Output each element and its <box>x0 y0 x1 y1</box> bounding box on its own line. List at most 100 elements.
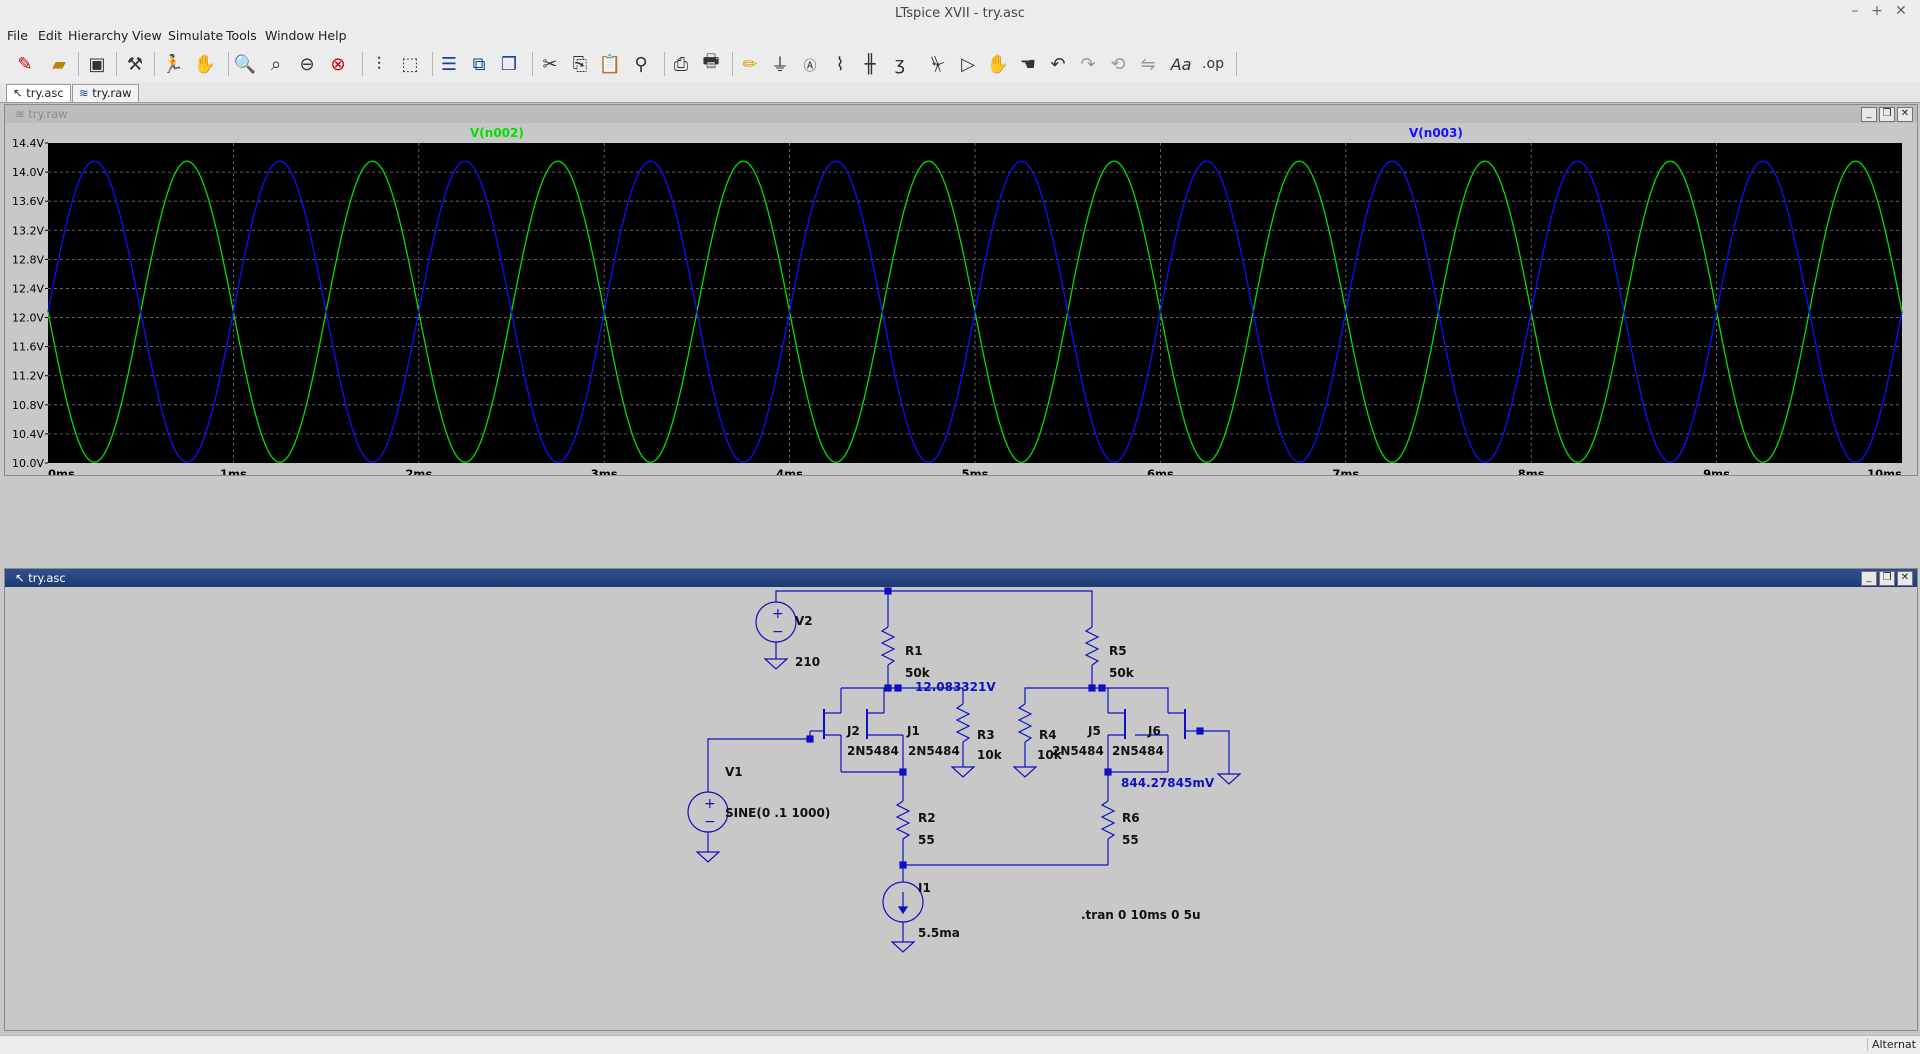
menu-file[interactable]: File <box>7 28 28 43</box>
spice-directive-icon[interactable]: .op <box>1200 51 1226 77</box>
close-icon[interactable]: ✕ <box>1892 3 1910 19</box>
autorange-icon[interactable]: ⫶ <box>366 51 392 77</box>
rotate-icon[interactable]: ⟲ <box>1105 51 1131 77</box>
copy-icon[interactable]: ⎘ <box>567 51 593 77</box>
inductor-icon[interactable]: ʒ <box>887 51 913 77</box>
tile-horizontal-icon[interactable]: ☰ <box>436 51 462 77</box>
label-r6-value[interactable]: 55 <box>1122 833 1139 847</box>
wire[interactable] <box>1200 730 1230 774</box>
wire[interactable] <box>775 590 1093 607</box>
label-r2-value[interactable]: 55 <box>918 833 935 847</box>
node-voltage-label-n002[interactable]: 12.083321V <box>915 680 996 694</box>
label-r6-name[interactable]: R6 <box>1122 811 1140 825</box>
label-i1-value[interactable]: 5.5ma <box>918 926 960 940</box>
wire[interactable] <box>707 731 811 792</box>
undo-icon[interactable]: ↶ <box>1045 51 1071 77</box>
drag-icon[interactable]: ☚ <box>1015 51 1041 77</box>
label-r5-value[interactable]: 50k <box>1109 666 1134 680</box>
label-j5-name[interactable]: J5 <box>1088 724 1101 738</box>
draw-wire-icon[interactable]: ✏ <box>737 51 763 77</box>
label-r5-name[interactable]: R5 <box>1109 644 1127 658</box>
capacitor-icon[interactable]: ╫ <box>857 51 883 77</box>
resistor-r5-symbol[interactable] <box>1084 626 1100 666</box>
label-v2-name[interactable]: V2 <box>795 614 813 628</box>
maximize-icon[interactable]: + <box>1868 3 1886 19</box>
label-j6-name[interactable]: J6 <box>1148 724 1161 738</box>
label-r3-value[interactable]: 10k <box>977 748 1002 762</box>
wire[interactable] <box>1024 687 1169 709</box>
minimize-icon[interactable]: – <box>1846 3 1864 19</box>
menu-view[interactable]: View <box>132 28 162 43</box>
schematic-drawing[interactable]: + − + − <box>5 587 1917 1030</box>
resistor-r6-symbol[interactable] <box>1100 800 1116 840</box>
redo-icon[interactable]: ↷ <box>1075 51 1101 77</box>
close-icon[interactable]: ✕ <box>1897 107 1913 122</box>
label-j1-name[interactable]: J1 <box>907 724 920 738</box>
component-icon[interactable]: ▷ <box>955 51 981 77</box>
label-j2-model[interactable]: 2N5484 <box>847 744 899 758</box>
menu-hierarchy[interactable]: Hierarchy <box>68 28 128 43</box>
print-icon[interactable]: 🖶 <box>698 51 724 77</box>
ground-icon[interactable]: ⏚ <box>767 51 793 77</box>
paste-icon[interactable]: 📋 <box>597 51 623 77</box>
spice-directive[interactable]: .tran 0 10ms 0 5u <box>1081 908 1201 922</box>
waveform-plot[interactable]: 10.0V 10.4V 10.8V 11.2V 11.6V 12.0V 12.4V 12.8V… <box>5 123 1917 481</box>
menu-edit[interactable]: Edit <box>38 28 62 43</box>
resistor-r1-symbol[interactable] <box>880 626 896 666</box>
resistor-icon[interactable]: ⌇ <box>827 51 853 77</box>
control-panel-icon[interactable]: ⚒ <box>122 51 148 77</box>
zoom-pan-icon[interactable]: ⌕ <box>263 51 289 77</box>
save-icon[interactable]: ▣ <box>84 51 110 77</box>
trace-visibility-icon[interactable]: ⬚ <box>397 51 423 77</box>
print-setup-icon[interactable]: ⎙ <box>668 51 694 77</box>
zoom-fit-icon[interactable]: ⊗ <box>325 51 351 77</box>
zoom-in-icon[interactable]: 🔍 <box>232 51 258 77</box>
resistor-r2-symbol[interactable] <box>895 800 911 840</box>
waveform-plot-area[interactable]: 10.0V 10.4V 10.8V 11.2V 11.6V 12.0V 12.4V 12.8V… <box>5 123 1917 481</box>
menu-tools[interactable]: Tools <box>226 28 257 43</box>
open-icon[interactable]: ▰ <box>46 51 72 77</box>
find-icon[interactable]: ⚲ <box>628 51 654 77</box>
label-net-icon[interactable]: Ⓐ <box>797 51 823 77</box>
label-j1-model[interactable]: 2N5484 <box>908 744 960 758</box>
halt-icon[interactable]: ✋ <box>192 51 218 77</box>
schematic-canvas[interactable]: + − + − V2 210 R1 50k R5 50k J2 2N5484 J… <box>5 587 1917 1030</box>
label-j6-model[interactable]: 2N5484 <box>1112 744 1164 758</box>
label-v2-value[interactable]: 210 <box>795 655 820 669</box>
minimize-icon[interactable]: _ <box>1861 571 1877 586</box>
minimize-icon[interactable]: _ <box>1861 107 1877 122</box>
text-icon[interactable]: Aa <box>1168 51 1194 77</box>
menu-window[interactable]: Window <box>265 28 314 43</box>
cascade-icon[interactable]: ❐ <box>496 51 522 77</box>
restore-icon[interactable]: ❐ <box>1879 571 1895 586</box>
menu-simulate[interactable]: Simulate <box>168 28 223 43</box>
tile-vertical-icon[interactable]: ⧉ <box>466 51 492 77</box>
label-r4-name[interactable]: R4 <box>1039 728 1057 742</box>
tab-try-asc[interactable]: ↖ try.asc <box>6 84 71 102</box>
trace-label-vn002[interactable]: V(n002) <box>470 126 524 140</box>
label-v1-name[interactable]: V1 <box>725 765 743 779</box>
move-icon[interactable]: ✋ <box>985 51 1011 77</box>
menu-help[interactable]: Help <box>318 28 347 43</box>
run-icon[interactable]: 🏃 <box>160 51 186 77</box>
label-j5-model[interactable]: 2N5484 <box>1052 744 1104 758</box>
node-voltage-label-n003[interactable]: 844.27845mV <box>1121 776 1214 790</box>
label-r2-name[interactable]: R2 <box>918 811 936 825</box>
zoom-out-icon[interactable]: ⊖ <box>294 51 320 77</box>
label-r1-name[interactable]: R1 <box>905 644 923 658</box>
label-i1-name[interactable]: I1 <box>918 881 931 895</box>
close-icon[interactable]: ✕ <box>1897 571 1913 586</box>
diode-icon[interactable]: ⏧ <box>925 51 951 77</box>
mirror-icon[interactable]: ⇋ <box>1135 51 1161 77</box>
cut-icon[interactable]: ✂ <box>537 51 563 77</box>
resistor-r3-symbol[interactable] <box>955 703 971 743</box>
label-r1-value[interactable]: 50k <box>905 666 930 680</box>
new-schematic-icon[interactable]: ✎ <box>12 51 38 77</box>
resistor-r4-symbol[interactable] <box>1017 703 1033 743</box>
trace-label-vn003[interactable]: V(n003) <box>1409 126 1463 140</box>
restore-icon[interactable]: ❐ <box>1879 107 1895 122</box>
label-j2-name[interactable]: J2 <box>847 724 860 738</box>
tab-try-raw[interactable]: ≋ try.raw <box>72 84 139 102</box>
label-r3-name[interactable]: R3 <box>977 728 995 742</box>
label-v1-value[interactable]: SINE(0 .1 1000) <box>725 806 830 820</box>
